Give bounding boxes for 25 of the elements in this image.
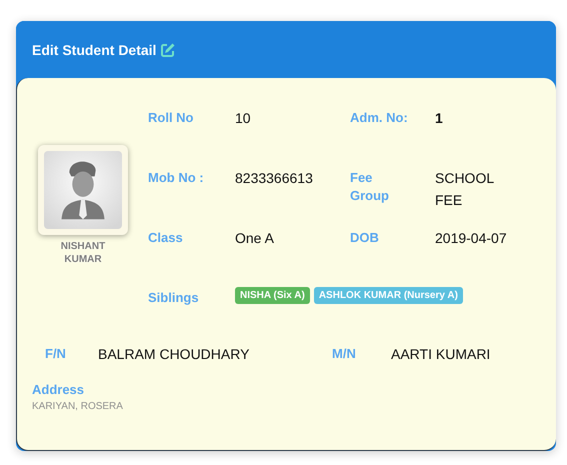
field-value: SCHOOL FEE	[435, 169, 495, 210]
sibling-tag[interactable]: ASHLOK KUMAR (Nursery A)	[314, 287, 463, 304]
field-value: 8233366613	[235, 169, 314, 188]
card-title: Edit Student Detail	[32, 42, 156, 58]
address-value: KARIYAN, ROSERA	[32, 401, 124, 412]
field-label: Siblings	[148, 289, 200, 307]
field-value: 10	[235, 109, 252, 128]
field-label: Class	[148, 229, 184, 247]
field-label: Adm. No:	[350, 109, 409, 127]
field-value: 1	[435, 109, 444, 128]
field-value: One A	[235, 229, 275, 248]
sibling-tag[interactable]: NISHA (Six A)	[235, 287, 310, 304]
edit-icon[interactable]	[160, 42, 176, 58]
field-value: AARTI KUMARI	[391, 345, 490, 364]
field-label: Mob No :	[148, 169, 205, 187]
field-value: 2019-04-07	[435, 229, 508, 248]
field-label: F/N	[45, 345, 67, 363]
field-label: M/N	[332, 345, 357, 363]
field-label: Roll No	[148, 109, 194, 127]
field-value: BALRAM CHOUDHARY	[98, 345, 250, 364]
student-name: NISHANT KUMAR	[60, 240, 106, 266]
field-label: Fee Group	[350, 169, 390, 205]
field-label: DOB	[350, 229, 380, 247]
avatar-icon	[38, 145, 128, 235]
field-label: Address	[32, 381, 86, 399]
